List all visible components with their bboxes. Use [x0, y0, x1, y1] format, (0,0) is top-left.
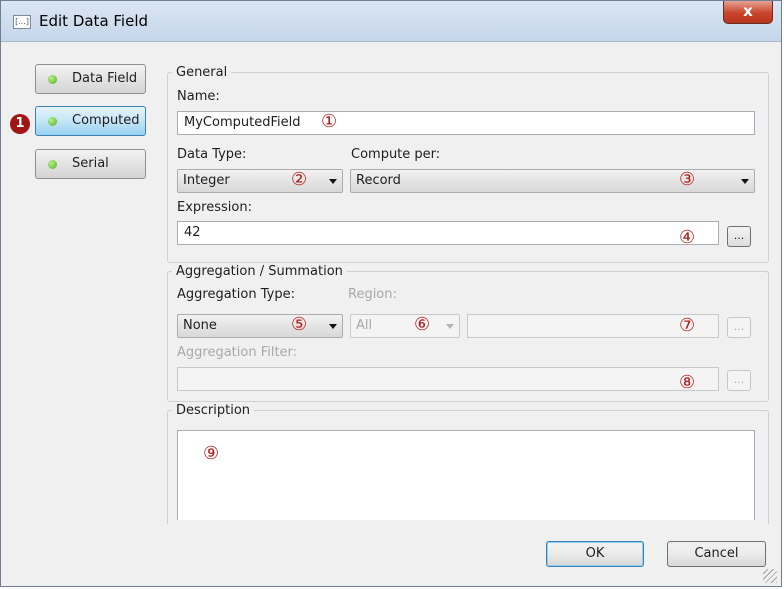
sidebar-item-serial[interactable]: Serial [35, 149, 146, 179]
sidebar-item-label: Computed [72, 113, 140, 128]
aggregation-type-label: Aggregation Type: [177, 287, 295, 302]
expression-value: 42 [184, 225, 201, 240]
callout-3: ③ [679, 169, 696, 190]
region-label: Region: [348, 287, 397, 302]
aggregation-type-value: None [183, 318, 217, 333]
aggregation-filter-field[interactable] [177, 367, 719, 391]
description-textarea[interactable] [177, 430, 755, 520]
cancel-button[interactable]: Cancel [667, 541, 766, 567]
ok-button[interactable]: OK [546, 541, 644, 567]
data-type-select[interactable]: Integer [177, 169, 343, 193]
aggregation-legend: Aggregation / Summation [176, 264, 343, 279]
compute-per-value: Record [356, 173, 401, 188]
callout-2: ② [291, 169, 308, 190]
aggregation-type-select[interactable]: None [177, 314, 343, 338]
chevron-down-icon [329, 179, 337, 184]
sidebar-item-computed[interactable]: Computed [35, 106, 146, 136]
callout-1: ① [321, 111, 338, 132]
general-legend: General [176, 65, 228, 80]
callout-8: ⑧ [679, 372, 696, 393]
callout-4: ④ [679, 227, 696, 248]
chevron-down-icon [741, 179, 749, 184]
chevron-down-icon [446, 324, 454, 329]
filter-ellipsis-button[interactable]: ... [727, 370, 751, 391]
data-type-value: Integer [183, 173, 230, 188]
green-status-icon [48, 160, 57, 169]
region-select[interactable]: All [350, 314, 460, 338]
expression-ellipsis-button[interactable]: ... [727, 226, 751, 247]
green-status-icon [48, 117, 57, 126]
sidebar-item-data-field[interactable]: Data Field [35, 64, 146, 94]
callout-7: ⑦ [679, 315, 696, 336]
close-button[interactable]: x [723, 1, 773, 24]
callout-5: ⑤ [291, 314, 308, 335]
callout-6: ⑥ [414, 314, 431, 335]
callout-9: ⑨ [203, 443, 220, 464]
description-legend: Description [176, 403, 251, 418]
region-value: All [356, 318, 373, 333]
expression-label: Expression: [177, 200, 252, 215]
compute-per-label: Compute per: [351, 147, 441, 162]
window-icon: [...] [13, 15, 31, 29]
chevron-down-icon [329, 324, 337, 329]
name-label: Name: [177, 89, 220, 104]
region-ellipsis-button[interactable]: ... [727, 317, 751, 338]
name-field[interactable]: MyComputedField [177, 111, 755, 135]
name-value: MyComputedField [184, 115, 301, 130]
sidebar-item-label: Data Field [72, 71, 138, 86]
expression-field[interactable]: 42 [177, 221, 719, 245]
callout-badge: 1 [10, 114, 30, 134]
edit-data-field-dialog: [...] Edit Data Field x Data Field 1 Com… [0, 0, 782, 587]
window-title: Edit Data Field [39, 12, 149, 30]
title-bar[interactable]: [...] Edit Data Field x [1, 1, 781, 42]
sidebar-item-label: Serial [72, 156, 109, 171]
data-type-label: Data Type: [177, 147, 247, 162]
aggregation-filter-label: Aggregation Filter: [177, 345, 298, 360]
green-status-icon [48, 75, 57, 84]
resize-grip-icon[interactable] [763, 569, 777, 583]
